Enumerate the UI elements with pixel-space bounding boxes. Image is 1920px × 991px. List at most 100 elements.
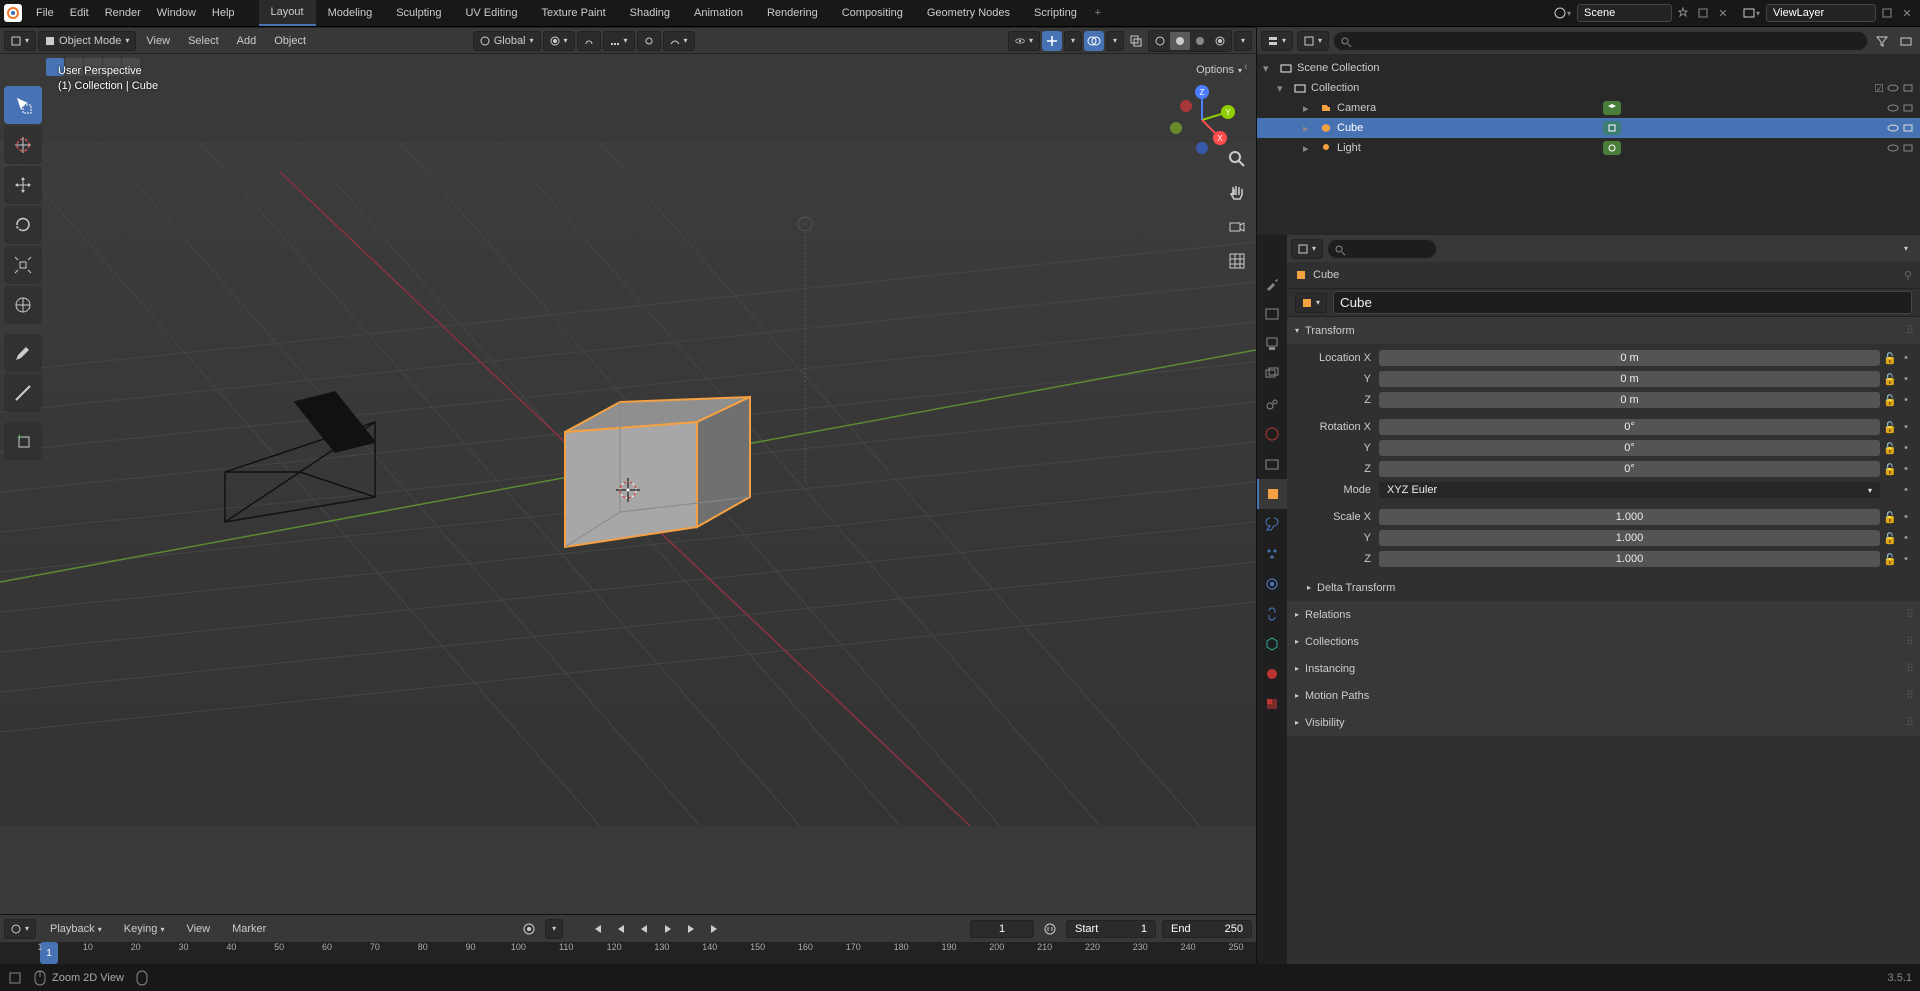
lock-icon[interactable]: 🔓	[1882, 532, 1898, 545]
hide-icon[interactable]	[1887, 102, 1899, 114]
camera-view-icon[interactable]	[1226, 216, 1248, 238]
layer-browse-button[interactable]: ▾	[1742, 4, 1760, 22]
pin-scene-icon[interactable]	[1674, 4, 1692, 22]
disclosure-icon[interactable]: ▾	[1263, 62, 1277, 75]
workspace-sculpting[interactable]: Sculpting	[384, 1, 453, 25]
scene-browse-button[interactable]: ▾	[1553, 4, 1571, 22]
menu-render[interactable]: Render	[97, 3, 149, 23]
location-z-input[interactable]: 0 m	[1379, 392, 1880, 408]
animate-dot[interactable]: •	[1900, 421, 1912, 433]
hide-icon[interactable]	[1887, 122, 1899, 134]
tab-collection[interactable]	[1257, 449, 1287, 479]
autokey-popover[interactable]: ▾	[545, 919, 563, 939]
tab-render[interactable]	[1257, 299, 1287, 329]
menu-help[interactable]: Help	[204, 3, 243, 23]
3d-viewport[interactable]: User Perspective (1) Collection | Cube O…	[0, 54, 1256, 914]
delete-scene-icon[interactable]: ✕	[1714, 4, 1732, 22]
object-type-icon[interactable]: ▾	[1295, 293, 1327, 313]
lock-icon[interactable]: 🔓	[1882, 394, 1898, 407]
vp-menu-add[interactable]: Add	[229, 31, 265, 51]
animate-dot[interactable]: •	[1900, 463, 1912, 475]
jump-end-icon[interactable]	[707, 920, 725, 938]
rotation-y-input[interactable]: 0°	[1379, 440, 1880, 456]
workspace-animation[interactable]: Animation	[682, 1, 755, 25]
rotation-mode-select[interactable]: XYZ Euler▾	[1379, 482, 1880, 498]
new-collection-icon[interactable]	[1896, 31, 1916, 51]
workspace-texture[interactable]: Texture Paint	[529, 1, 617, 25]
tool-add-cube[interactable]: +	[4, 422, 42, 460]
timeline-editor-type[interactable]: ▾	[4, 919, 36, 939]
animate-dot[interactable]: •	[1900, 511, 1912, 523]
tool-move[interactable]	[4, 166, 42, 204]
tab-modifiers[interactable]	[1257, 509, 1287, 539]
panel-motion-paths-header[interactable]: ▸Motion Paths⠿	[1287, 682, 1920, 709]
tab-world[interactable]	[1257, 419, 1287, 449]
orientation-select[interactable]: Global▾	[473, 31, 541, 51]
tree-item-cube[interactable]: ▸ Cube	[1257, 118, 1920, 138]
menu-file[interactable]: File	[28, 3, 62, 23]
shading-wireframe[interactable]	[1150, 32, 1170, 50]
options-icon[interactable]: ▾	[1896, 239, 1916, 259]
workspace-rendering[interactable]: Rendering	[755, 1, 830, 25]
tl-menu-view[interactable]: View	[178, 919, 218, 939]
lock-icon[interactable]: 🔓	[1882, 553, 1898, 566]
vp-menu-view[interactable]: View	[138, 31, 178, 51]
panel-transform-header[interactable]: ▾ Transform ⠿	[1287, 317, 1920, 344]
lock-icon[interactable]: 🔓	[1882, 352, 1898, 365]
panel-collections-header[interactable]: ▸Collections⠿	[1287, 628, 1920, 655]
tab-particles[interactable]	[1257, 539, 1287, 569]
properties-search[interactable]	[1327, 239, 1437, 259]
autokey-toggle[interactable]	[519, 919, 539, 939]
tab-texture[interactable]	[1257, 689, 1287, 719]
snap-select[interactable]: ▾	[603, 31, 635, 51]
tab-viewlayer[interactable]	[1257, 359, 1287, 389]
lock-icon[interactable]: 🔓	[1882, 511, 1898, 524]
drag-handle-icon[interactable]: ⠿	[1906, 324, 1912, 337]
scale-z-input[interactable]: 1.000	[1379, 551, 1880, 567]
panel-relations-header[interactable]: ▸Relations⠿	[1287, 601, 1920, 628]
drag-handle-icon[interactable]: ⠿	[1906, 689, 1912, 702]
tree-item-light[interactable]: ▸ Light	[1257, 138, 1920, 158]
tab-scene[interactable]	[1257, 389, 1287, 419]
delete-layer-icon[interactable]: ✕	[1898, 4, 1916, 22]
disable-render-icon[interactable]	[1902, 122, 1914, 134]
animate-dot[interactable]: •	[1900, 394, 1912, 406]
current-frame-input[interactable]: 1	[970, 920, 1034, 938]
object-name-input[interactable]	[1333, 291, 1912, 314]
outliner-search[interactable]	[1333, 31, 1868, 51]
viewport-options-button[interactable]: Options ▾	[1196, 64, 1242, 76]
location-x-input[interactable]: 0 m	[1379, 350, 1880, 366]
disable-render-icon[interactable]	[1902, 142, 1914, 154]
pan-icon[interactable]	[1226, 182, 1248, 204]
workspace-scripting[interactable]: Scripting	[1022, 1, 1089, 25]
drag-handle-icon[interactable]: ⠿	[1906, 635, 1912, 648]
object-data-icon[interactable]	[1603, 141, 1621, 155]
tree-scene-collection[interactable]: ▾ Scene Collection	[1257, 58, 1920, 78]
scale-y-input[interactable]: 1.000	[1379, 530, 1880, 546]
exclude-checkbox[interactable]: ☑	[1874, 82, 1884, 95]
lock-icon[interactable]: 🔓	[1882, 373, 1898, 386]
disclosure-icon[interactable]: ▸	[1303, 142, 1317, 155]
lock-icon[interactable]: 🔓	[1882, 421, 1898, 434]
shading-rendered[interactable]	[1210, 32, 1230, 50]
animate-dot[interactable]: •	[1900, 553, 1912, 565]
tab-material[interactable]	[1257, 659, 1287, 689]
start-frame-input[interactable]: Start1	[1066, 920, 1156, 938]
tab-tool[interactable]	[1257, 269, 1287, 299]
panel-delta-transform-header[interactable]: ▸Delta Transform	[1287, 574, 1920, 601]
menu-window[interactable]: Window	[149, 3, 204, 23]
drag-handle-icon[interactable]: ⠿	[1906, 662, 1912, 675]
tool-measure[interactable]	[4, 374, 42, 412]
viewlayer-name-input[interactable]: ViewLayer	[1766, 4, 1876, 22]
jump-start-icon[interactable]	[587, 920, 605, 938]
rotation-x-input[interactable]: 0°	[1379, 419, 1880, 435]
disable-render-icon[interactable]	[1902, 82, 1914, 95]
shading-material[interactable]	[1190, 32, 1210, 50]
tree-item-camera[interactable]: ▸ Camera	[1257, 98, 1920, 118]
editor-type-button[interactable]: ▾	[4, 31, 36, 51]
tool-transform[interactable]	[4, 286, 42, 324]
hide-icon[interactable]	[1887, 142, 1899, 154]
animate-dot[interactable]: •	[1900, 532, 1912, 544]
tool-scale[interactable]	[4, 246, 42, 284]
outliner-filter-source[interactable]: ▾	[1297, 31, 1329, 51]
